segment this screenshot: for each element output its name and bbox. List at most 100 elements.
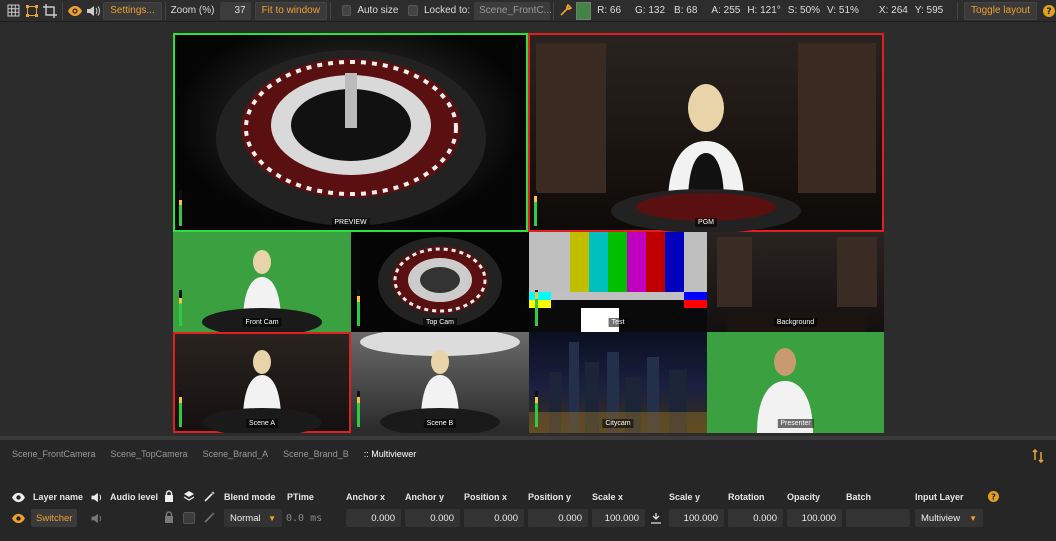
tile-top-cam[interactable]: Top Cam: [351, 232, 529, 332]
speaker-icon[interactable]: [85, 1, 102, 21]
locked-label: Locked to:: [423, 5, 471, 16]
position-y-input[interactable]: 0.000: [528, 509, 588, 527]
zoom-label: Zoom (%): [170, 5, 215, 16]
lock-icon[interactable]: [164, 490, 174, 505]
background-image: [717, 237, 877, 332]
anchor-y-input[interactable]: 0.000: [405, 509, 460, 527]
color-r: R: 66: [597, 5, 622, 16]
scene-b-image: [360, 332, 520, 433]
roulette-wheel-image: [216, 50, 486, 226]
tile-label: Test: [608, 318, 628, 327]
anchor-x-input[interactable]: 0.000: [346, 509, 401, 527]
audio-icon[interactable]: [90, 492, 104, 506]
visibility-icon[interactable]: [11, 492, 26, 506]
header-rotation: Rotation: [728, 492, 765, 502]
transform-icon[interactable]: [22, 1, 40, 21]
blend-mode-select[interactable]: Normal ▼: [224, 509, 282, 527]
position-x-input[interactable]: 0.000: [464, 509, 524, 527]
tile-citycam[interactable]: Citycam: [529, 332, 707, 433]
crop-icon[interactable]: [41, 1, 59, 21]
layer-visibility-icon[interactable]: [11, 513, 26, 527]
presenter-image: [536, 43, 876, 232]
scale-x-input[interactable]: 100.000: [592, 509, 645, 527]
svg-text:?: ?: [1046, 7, 1051, 17]
front-cam-image: [202, 250, 322, 332]
tile-scene-a[interactable]: Scene A: [173, 332, 351, 433]
input-layer-select[interactable]: Multiview ▼: [915, 509, 983, 527]
zoom-input[interactable]: 37: [220, 1, 251, 20]
tile-presenter[interactable]: Presenter: [707, 332, 884, 433]
layer-batch-checkbox[interactable]: [183, 512, 195, 524]
chevron-down-icon: ▼: [969, 513, 977, 523]
divider: [329, 1, 331, 20]
program-label: PGM: [695, 218, 717, 227]
cursor-y: Y: 595: [914, 5, 944, 16]
layer-lock-icon[interactable]: [164, 511, 174, 526]
input-layer-value: Multiview: [921, 512, 961, 524]
tile-label: Scene A: [245, 419, 279, 428]
scale-y-input[interactable]: 100.000: [669, 509, 724, 527]
color-v: V: 51%: [827, 5, 859, 16]
header-batch: Batch: [846, 492, 872, 502]
audio-meter: [179, 290, 182, 326]
audio-meter: [534, 190, 537, 226]
tab-scene-brand-a[interactable]: Scene_Brand_A: [203, 449, 269, 459]
header-audio-level: Audio level: [110, 492, 159, 502]
toggle-layout-button[interactable]: Toggle layout: [964, 1, 1037, 20]
tile-scene-b[interactable]: Scene B: [351, 332, 529, 433]
scale-link-icon[interactable]: [650, 512, 662, 527]
audio-meter: [535, 391, 538, 427]
tile-label: Citycam: [602, 419, 634, 428]
header-scale-y: Scale y: [669, 492, 701, 502]
grid-icon[interactable]: [4, 1, 22, 21]
settings-button[interactable]: Settings...: [103, 1, 162, 20]
layer-magic-wand-icon[interactable]: [203, 511, 216, 527]
tab-multiviewer[interactable]: :: Multiviewer: [364, 449, 417, 459]
swap-icon[interactable]: [1032, 448, 1044, 466]
cursor-x: X: 264: [878, 5, 908, 16]
auto-size-checkbox[interactable]: [341, 5, 352, 16]
properties-panel: Scene_FrontCamera Scene_TopCamera Scene_…: [0, 436, 1056, 541]
batch-input[interactable]: [846, 509, 910, 527]
color-bars-image: [529, 232, 707, 332]
program-tile[interactable]: PGM: [528, 33, 884, 232]
divider: [957, 1, 959, 20]
divider: [553, 1, 554, 20]
layers-icon[interactable]: [183, 490, 195, 505]
audio-meter: [179, 190, 182, 226]
locked-checkbox[interactable]: [408, 5, 418, 16]
header-layer-name: Layer name: [33, 492, 84, 502]
eye-icon[interactable]: [66, 1, 84, 21]
tile-label: Background: [773, 318, 818, 327]
header-blend-mode: Blend mode: [224, 492, 276, 502]
tab-scene-front-camera[interactable]: Scene_FrontCamera: [12, 449, 96, 459]
tab-scene-top-camera[interactable]: Scene_TopCamera: [111, 449, 188, 459]
fit-to-window-button[interactable]: Fit to window: [254, 1, 327, 20]
preview-tile[interactable]: PREVIEW: [173, 33, 528, 232]
help-icon[interactable]: ?: [988, 491, 999, 505]
presenter-green-image: [757, 348, 813, 433]
header-ptime: PTime: [287, 492, 314, 502]
multiview-canvas[interactable]: PREVIEW PGM Front Cam Top Cam Test Backg…: [173, 33, 884, 433]
header-anchor-x: Anchor x: [346, 492, 386, 502]
auto-size-label: Auto size: [357, 5, 399, 16]
header-scale-x: Scale x: [592, 492, 624, 502]
opacity-input[interactable]: 100.000: [787, 509, 842, 527]
tile-label: Scene B: [423, 419, 457, 428]
tile-front-cam[interactable]: Front Cam: [173, 232, 351, 332]
header-input-layer: Input Layer: [915, 492, 964, 502]
rotation-input[interactable]: 0.000: [728, 509, 783, 527]
header-anchor-y: Anchor y: [405, 492, 445, 502]
tile-test[interactable]: Test: [529, 232, 707, 332]
locked-to-field[interactable]: Scene_FrontC...: [474, 1, 552, 20]
audio-meter: [535, 290, 538, 326]
layer-name-field[interactable]: Switcher: [31, 509, 78, 527]
eyedropper-icon[interactable]: [557, 1, 574, 21]
magic-wand-icon[interactable]: [203, 490, 216, 506]
tab-scene-brand-b[interactable]: Scene_Brand_B: [283, 449, 349, 459]
layer-audio-icon[interactable]: [90, 513, 104, 527]
tile-background[interactable]: Background: [707, 232, 884, 332]
tile-label: Front Cam: [242, 318, 282, 327]
help-icon[interactable]: ?: [1041, 1, 1056, 21]
scene-a-image: [202, 350, 322, 433]
